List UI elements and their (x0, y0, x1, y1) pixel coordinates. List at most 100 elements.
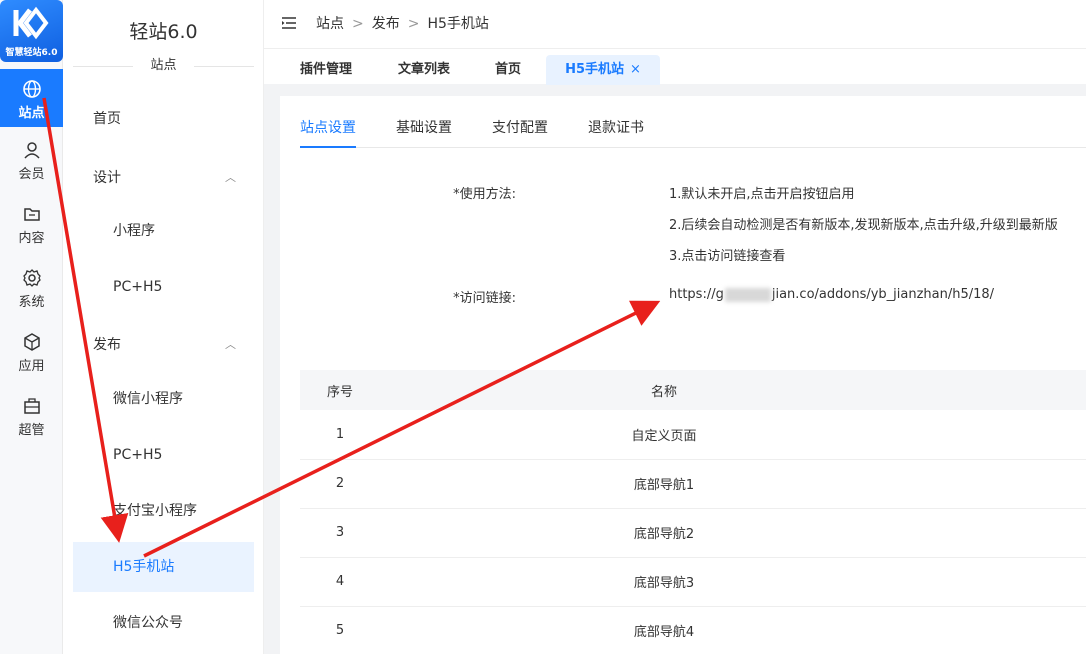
menu-item-label: H5手机站 (113, 559, 175, 575)
menu-item-label: 设计 (93, 170, 121, 186)
rail-item-system[interactable]: 系统 (0, 268, 63, 326)
menu-item-pc-h5-publish[interactable]: PC+H5 (73, 430, 254, 480)
tab-refund-cert[interactable]: 退款证书 (588, 110, 644, 148)
sub-menu: 轻站6.0 站点 首页 设计 ︿ 小程序 PC+H5 发布 ︿ 微信小程序 PC+H… (63, 0, 264, 654)
tab-plugin-manage[interactable]: 插件管理 (284, 55, 368, 85)
column-header-empty (948, 370, 1086, 410)
menu-toggle-icon[interactable] (282, 17, 296, 29)
section-label: 站点 (150, 58, 177, 73)
row-index: 1 (300, 410, 380, 460)
row-index: 5 (300, 606, 380, 654)
usage-label: *使用方法: (453, 187, 516, 202)
rail-item-label: 超管 (18, 423, 45, 438)
globe-icon (22, 80, 41, 98)
table-row: 3 底部导航2 (300, 508, 1086, 558)
menu-item-label: PC+H5 (113, 279, 163, 295)
row-index: 2 (300, 459, 380, 509)
gear-icon (22, 269, 41, 287)
table-row: 4 底部导航3 (300, 557, 1086, 607)
app-logo[interactable]: 智慧轻站6.0 (0, 0, 63, 62)
tab-home[interactable]: 首页 (478, 55, 538, 85)
table-row: 1 自定义页面 (300, 410, 1086, 460)
tab-label: H5手机站 (565, 62, 625, 77)
close-icon[interactable]: × (630, 62, 641, 77)
tab-label: 插件管理 (299, 62, 352, 77)
column-header: 名称 (380, 370, 948, 410)
tab-label: 文章列表 (397, 62, 450, 77)
menu-group-design[interactable]: 设计 ︿ (73, 153, 254, 203)
tab-site-settings[interactable]: 站点设置 (300, 110, 356, 148)
chevron-up-icon: ︿ (225, 171, 236, 184)
top-header: 站点 > 发布 > H5手机站 (264, 0, 1086, 48)
menu-item-label: 支付宝小程序 (113, 503, 197, 519)
breadcrumb: 站点 > 发布 > H5手机站 (316, 0, 489, 48)
rail-item-label: 应用 (18, 359, 45, 374)
row-index: 3 (300, 508, 380, 558)
rail-item-site[interactable]: 站点 (0, 69, 63, 127)
row-name: 底部导航4 (380, 606, 948, 654)
visit-link[interactable]: https://g jian.co/addons/yb_jianzhan/h5/1… (669, 287, 994, 302)
rail-item-content[interactable]: 内容 (0, 204, 63, 262)
menu-item-wechat-miniprogram[interactable]: 微信小程序 (73, 374, 254, 424)
rail-item-apps[interactable]: 应用 (0, 332, 63, 390)
rail-item-label: 站点 (18, 106, 45, 121)
redacted-blur (724, 287, 771, 302)
menu-item-label: PC+H5 (113, 447, 163, 463)
row-index: 4 (300, 557, 380, 607)
row-extra (948, 410, 1086, 460)
breadcrumb-separator: > (352, 16, 364, 32)
page-tabs: 插件管理 文章列表 首页 H5手机站 × (264, 48, 1086, 85)
tab-payment-config[interactable]: 支付配置 (492, 110, 548, 148)
rail-item-label: 系统 (18, 295, 45, 310)
menu-item-wechat-official[interactable]: 微信公众号 (73, 598, 254, 648)
rail-item-admin[interactable]: 超管 (0, 396, 63, 454)
chevron-up-icon: ︿ (225, 338, 236, 351)
usage-line: 1.默认未开启,点击开启按钮启用 (669, 187, 855, 202)
tab-label: 首页 (494, 62, 521, 77)
icon-rail: 智慧轻站6.0 站点 会员 内容 系统 应用 超管 (0, 0, 63, 654)
tab-h5-mobile[interactable]: H5手机站 × (546, 55, 660, 85)
row-extra (948, 508, 1086, 558)
link-suffix: jian.co/addons/yb_jianzhan/h5/18/ (771, 287, 995, 302)
logo-icon (13, 6, 49, 40)
menu-item-miniprogram[interactable]: 小程序 (73, 206, 254, 256)
breadcrumb-item[interactable]: 站点 (316, 16, 344, 32)
breadcrumb-item[interactable]: 发布 (372, 16, 400, 32)
sub-menu-title: 轻站6.0 (129, 21, 198, 43)
breadcrumb-item: H5手机站 (427, 16, 489, 32)
rail-item-label: 内容 (18, 231, 45, 246)
menu-item-label: 微信小程序 (113, 391, 183, 407)
row-name: 底部导航2 (380, 508, 948, 558)
usage-line: 3.点击访问链接查看 (669, 249, 786, 264)
tab-basic-settings[interactable]: 基础设置 (396, 110, 452, 148)
row-name: 自定义页面 (380, 410, 948, 460)
row-extra (948, 557, 1086, 607)
user-icon (23, 142, 40, 159)
briefcase-icon (23, 398, 40, 414)
menu-item-pc-h5-design[interactable]: PC+H5 (73, 262, 254, 312)
table-row: 2 底部导航1 (300, 459, 1086, 509)
pages-table: 序号 名称 1 自定义页面 2 底部导航1 3 底部导航2 4 底部导航3 5 底部导航4 (300, 370, 1086, 654)
column-header: 序号 (300, 370, 380, 410)
menu-item-label: 首页 (93, 111, 121, 127)
row-extra (948, 459, 1086, 509)
menu-item-label: 发布 (93, 337, 121, 353)
content-card: 站点设置 基础设置 支付配置 退款证书 *使用方法: 1.默认未开启,点击开启按… (280, 96, 1086, 654)
breadcrumb-separator: > (407, 16, 420, 32)
table-row: 5 底部导航4 (300, 606, 1086, 654)
row-extra (948, 606, 1086, 654)
menu-group-publish[interactable]: 发布 ︿ (73, 320, 254, 370)
link-prefix: https://g (669, 287, 724, 302)
menu-item-home[interactable]: 首页 (73, 94, 254, 144)
brand-label: 智慧轻站6.0 (5, 48, 58, 58)
row-name: 底部导航1 (380, 459, 948, 509)
sub-menu-section: 站点 (73, 56, 254, 76)
menu-item-label: 小程序 (113, 223, 155, 239)
usage-line: 2.后续会自动检测是否有新版本,发现新版本,点击升级,升级到最新版 (669, 218, 1058, 233)
tab-article-list[interactable]: 文章列表 (382, 55, 466, 85)
menu-item-alipay-miniprogram[interactable]: 支付宝小程序 (73, 486, 254, 536)
rail-item-member[interactable]: 会员 (0, 140, 63, 198)
table-header-row: 序号 名称 (300, 370, 1086, 410)
cube-icon (23, 333, 40, 351)
menu-item-h5-mobile[interactable]: H5手机站 (73, 542, 254, 592)
